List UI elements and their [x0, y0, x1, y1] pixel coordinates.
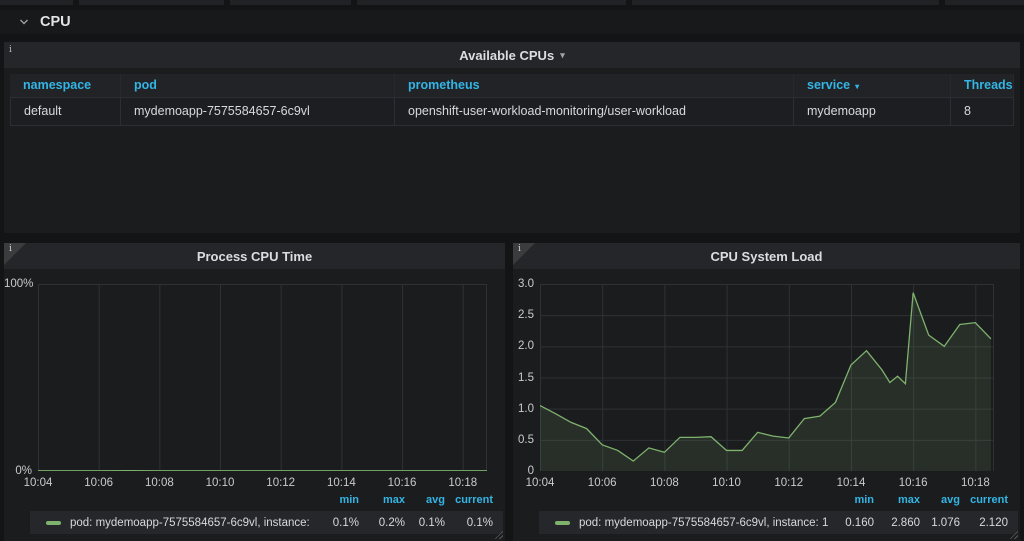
column-header-pod[interactable]: pod	[121, 74, 395, 97]
legend-stat-header-current[interactable]: current	[960, 494, 1008, 509]
x-axis-tick-label: 10:16	[891, 477, 935, 489]
legend-stat-headers: minmaxavgcurrent	[513, 494, 1020, 509]
chart-cpu-system-load[interactable]	[540, 284, 994, 471]
cropped-panel-top	[79, 0, 224, 5]
x-axis-tick-label: 10:16	[380, 477, 424, 489]
y-axis-tick-label: 100%	[4, 278, 32, 290]
info-corner	[4, 243, 26, 265]
cropped-panel-top	[945, 0, 1024, 5]
legend-series-row: pod: mydemoapp-7575584657-6c9vl, instanc…	[539, 511, 1018, 534]
panel-title-process-cpu-time[interactable]: Process CPU Time	[4, 243, 505, 269]
chevron-down-icon: ▾	[560, 50, 565, 61]
legend-stat-headers: minmaxavgcurrent	[4, 494, 505, 509]
legend-stat-value: 0.2%	[359, 517, 405, 529]
legend-stat-value: 2.120	[960, 517, 1008, 529]
legend-stat-header-min[interactable]: min	[313, 494, 359, 509]
x-axis-tick-label: 10:06	[77, 477, 121, 489]
table-cell: mydemoapp	[794, 97, 951, 126]
table-cell: 8	[951, 97, 1014, 126]
y-axis-tick-label: 0	[513, 465, 534, 477]
y-axis-tick-label: 2.0	[513, 340, 534, 352]
x-axis-tick-label: 10:04	[518, 477, 562, 489]
series-color-dash-icon[interactable]	[46, 521, 61, 525]
y-axis-tick-label: 1.0	[513, 403, 534, 415]
y-axis-tick-label: 0%	[4, 465, 32, 477]
legend-stat-value: 0.160	[828, 517, 874, 529]
row-title: CPU	[40, 14, 71, 30]
y-axis-tick-label: 0.5	[513, 434, 534, 446]
legend-stat-header-max[interactable]: max	[874, 494, 920, 509]
info-corner	[513, 243, 535, 265]
x-axis-tick-label: 10:12	[767, 477, 811, 489]
x-axis-tick-label: 10:06	[580, 477, 624, 489]
panel-process-cpu-time: i Process CPU Time minmaxavgcurrent pod: …	[4, 243, 505, 541]
info-icon[interactable]: i	[9, 45, 12, 55]
x-axis-tick-label: 10:10	[705, 477, 749, 489]
sort-triangle-down-icon: ▾	[855, 82, 859, 91]
panel-title-text: Available CPUs	[459, 48, 554, 63]
legend-stat-value: 2.860	[874, 517, 920, 529]
chart-legend: minmaxavgcurrent pod: mydemoapp-757558465…	[4, 494, 505, 534]
column-header-namespace[interactable]: namespace	[10, 74, 121, 97]
legend-stat-value: 1.076	[920, 517, 960, 529]
y-axis-tick-label: 2.5	[513, 309, 534, 321]
cropped-panel-top	[632, 0, 939, 5]
legend-stat-value: 0.1%	[405, 517, 445, 529]
legend-stat-header-current[interactable]: current	[445, 494, 493, 509]
chevron-down-icon	[18, 16, 30, 28]
panel-cpu-system-load: i CPU System Load minmaxavgcurrent pod: m…	[513, 243, 1020, 541]
x-axis-tick-label: 10:14	[319, 477, 363, 489]
column-header-service[interactable]: service▾	[794, 74, 951, 97]
x-axis-tick-label: 10:08	[137, 477, 181, 489]
panel-title-text: Process CPU Time	[197, 249, 312, 264]
panel-available-cpus: i Available CPUs ▾ namespacepodprometheu…	[4, 42, 1020, 233]
table-row: defaultmydemoapp-7575584657-6c9vlopenshi…	[10, 97, 1014, 126]
panel-title-text: CPU System Load	[711, 249, 823, 264]
x-axis-tick-label: 10:14	[829, 477, 873, 489]
x-axis-tick-label: 10:18	[953, 477, 997, 489]
legend-stat-value: 0.1%	[313, 517, 359, 529]
y-axis-tick-label: 3.0	[513, 278, 534, 290]
legend-stat-header-avg[interactable]: avg	[920, 494, 960, 509]
column-header-threads[interactable]: Threads	[951, 74, 1014, 97]
cropped-panel-top	[357, 0, 626, 5]
table-cell: default	[10, 97, 121, 126]
x-axis-tick-label: 10:10	[198, 477, 242, 489]
legend-stat-value: 0.1%	[445, 517, 493, 529]
x-axis-tick-label: 10:04	[16, 477, 60, 489]
x-axis-tick-label: 10:18	[441, 477, 485, 489]
legend-series-row: pod: mydemoapp-7575584657-6c9vl, instanc…	[30, 511, 503, 534]
legend-stat-header-min[interactable]: min	[828, 494, 874, 509]
chart-legend: minmaxavgcurrent pod: mydemoapp-757558465…	[513, 494, 1020, 534]
x-axis-tick-label: 10:08	[642, 477, 686, 489]
legend-stat-header-max[interactable]: max	[359, 494, 405, 509]
dashboard-row-cpu[interactable]: CPU	[0, 10, 1024, 34]
grafana-dashboard: CPU i Available CPUs ▾ namespacepodprome…	[0, 0, 1024, 541]
table-cell: openshift-user-workload-monitoring/user-…	[395, 97, 794, 126]
legend-series-label[interactable]: pod: mydemoapp-7575584657-6c9vl, instanc…	[579, 517, 828, 529]
table-cell: mydemoapp-7575584657-6c9vl	[121, 97, 395, 126]
legend-stat-values: 0.1602.8601.0762.120	[828, 517, 1008, 529]
series-color-dash-icon[interactable]	[555, 521, 570, 525]
legend-stat-header-avg[interactable]: avg	[405, 494, 445, 509]
table-header-row: namespacepodprometheusservice▾Threads	[10, 74, 1014, 97]
panel-title-available-cpus[interactable]: Available CPUs ▾	[4, 42, 1020, 68]
info-icon[interactable]: i	[518, 244, 521, 254]
legend-series-label[interactable]: pod: mydemoapp-7575584657-6c9vl, instanc…	[70, 517, 313, 529]
info-icon[interactable]: i	[9, 244, 12, 254]
x-axis-tick-label: 10:12	[259, 477, 303, 489]
legend-stat-values: 0.1%0.2%0.1%0.1%	[313, 517, 493, 529]
cropped-panel-top	[230, 0, 351, 5]
y-axis-tick-label: 1.5	[513, 372, 534, 384]
chart-process-cpu-time[interactable]	[38, 284, 487, 471]
column-header-prometheus[interactable]: prometheus	[395, 74, 794, 97]
cropped-panel-top	[0, 0, 73, 5]
panel-title-cpu-system-load[interactable]: CPU System Load	[513, 243, 1020, 269]
